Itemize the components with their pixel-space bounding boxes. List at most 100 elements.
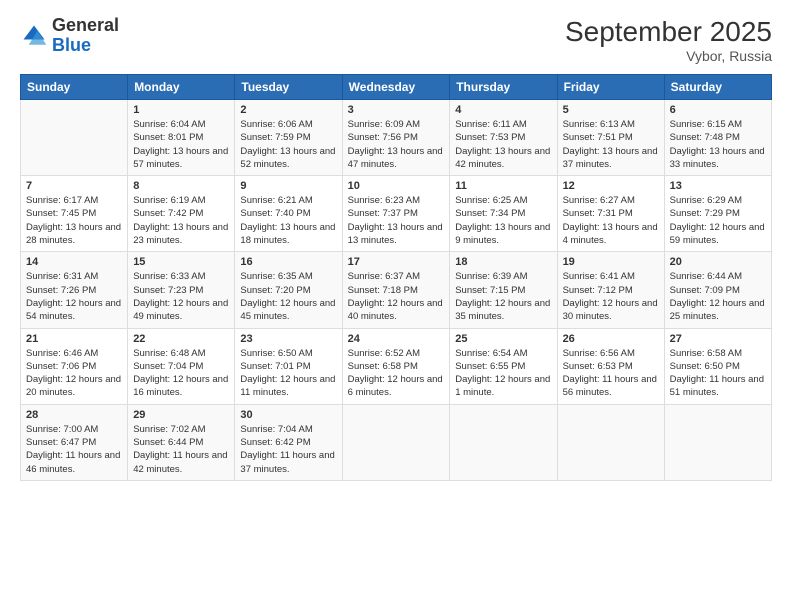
day-info: Sunrise: 6:31 AM Sunset: 7:26 PM Dayligh… — [26, 270, 122, 323]
day-info: Sunrise: 6:23 AM Sunset: 7:37 PM Dayligh… — [348, 194, 445, 247]
page: General Blue September 2025 Vybor, Russi… — [0, 0, 792, 612]
day-info: Sunrise: 6:58 AM Sunset: 6:50 PM Dayligh… — [670, 347, 766, 400]
day-number: 4 — [455, 104, 551, 116]
day-header-monday: Monday — [128, 75, 235, 100]
day-info: Sunrise: 6:44 AM Sunset: 7:09 PM Dayligh… — [670, 270, 766, 323]
day-cell: 4 Sunrise: 6:11 AM Sunset: 7:53 PM Daylig… — [450, 100, 557, 176]
day-number: 18 — [455, 256, 551, 268]
day-number: 5 — [563, 104, 659, 116]
day-number: 17 — [348, 256, 445, 268]
day-number: 29 — [133, 409, 229, 421]
day-cell: 8Sunrise: 6:19 AM Sunset: 7:42 PM Daylig… — [128, 176, 235, 252]
day-cell: 21Sunrise: 6:46 AM Sunset: 7:06 PM Dayli… — [21, 328, 128, 404]
day-number: 28 — [26, 409, 122, 421]
day-info: Sunrise: 6:17 AM Sunset: 7:45 PM Dayligh… — [26, 194, 122, 247]
day-info: Sunrise: 6:54 AM Sunset: 6:55 PM Dayligh… — [455, 347, 551, 400]
day-info: Sunrise: 6:33 AM Sunset: 7:23 PM Dayligh… — [133, 270, 229, 323]
day-number: 25 — [455, 333, 551, 345]
logo: General Blue — [20, 16, 119, 56]
logo-blue: Blue — [52, 35, 91, 55]
day-info: Sunrise: 6:21 AM Sunset: 7:40 PM Dayligh… — [240, 194, 336, 247]
day-number: 22 — [133, 333, 229, 345]
day-info: Sunrise: 6:35 AM Sunset: 7:20 PM Dayligh… — [240, 270, 336, 323]
week-row-0: 1Sunrise: 6:04 AM Sunset: 8:01 PM Daylig… — [21, 100, 772, 176]
day-info: Sunrise: 6:52 AM Sunset: 6:58 PM Dayligh… — [348, 347, 445, 400]
day-header-sunday: Sunday — [21, 75, 128, 100]
week-row-3: 21Sunrise: 6:46 AM Sunset: 7:06 PM Dayli… — [21, 328, 772, 404]
day-cell: 11 Sunrise: 6:25 AM Sunset: 7:34 PM Dayli… — [450, 176, 557, 252]
day-cell: 23Sunrise: 6:50 AM Sunset: 7:01 PM Dayli… — [235, 328, 342, 404]
day-number: 1 — [133, 104, 229, 116]
day-cell: 27 Sunrise: 6:58 AM Sunset: 6:50 PM Dayli… — [664, 328, 771, 404]
day-number: 26 — [563, 333, 659, 345]
day-number: 6 — [670, 104, 766, 116]
day-cell: 12 Sunrise: 6:27 AM Sunset: 7:31 PM Dayli… — [557, 176, 664, 252]
day-number: 12 — [563, 180, 659, 192]
day-cell: 24Sunrise: 6:52 AM Sunset: 6:58 PM Dayli… — [342, 328, 450, 404]
day-info: Sunrise: 6:06 AM Sunset: 7:59 PM Dayligh… — [240, 118, 336, 171]
day-info: Sunrise: 6:41 AM Sunset: 7:12 PM Dayligh… — [563, 270, 659, 323]
location: Vybor, Russia — [565, 48, 772, 64]
day-number: 21 — [26, 333, 122, 345]
day-info: Sunrise: 6:27 AM Sunset: 7:31 PM Dayligh… — [563, 194, 659, 247]
day-number: 27 — [670, 333, 766, 345]
day-cell: 2Sunrise: 6:06 AM Sunset: 7:59 PM Daylig… — [235, 100, 342, 176]
calendar-header-row: SundayMondayTuesdayWednesdayThursdayFrid… — [21, 75, 772, 100]
day-info: Sunrise: 6:13 AM Sunset: 7:51 PM Dayligh… — [563, 118, 659, 171]
day-cell: 18Sunrise: 6:39 AM Sunset: 7:15 PM Dayli… — [450, 252, 557, 328]
title-block: September 2025 Vybor, Russia — [565, 16, 772, 64]
logo-text: General Blue — [52, 16, 119, 56]
day-header-thursday: Thursday — [450, 75, 557, 100]
day-cell: 19 Sunrise: 6:41 AM Sunset: 7:12 PM Dayli… — [557, 252, 664, 328]
day-number: 9 — [240, 180, 336, 192]
day-info: Sunrise: 6:19 AM Sunset: 7:42 PM Dayligh… — [133, 194, 229, 247]
day-number: 3 — [348, 104, 445, 116]
day-info: Sunrise: 6:50 AM Sunset: 7:01 PM Dayligh… — [240, 347, 336, 400]
day-info: Sunrise: 6:11 AM Sunset: 7:53 PM Dayligh… — [455, 118, 551, 171]
day-number: 30 — [240, 409, 336, 421]
day-cell: 6Sunrise: 6:15 AM Sunset: 7:48 PM Daylig… — [664, 100, 771, 176]
day-cell — [557, 404, 664, 480]
day-info: Sunrise: 7:02 AM Sunset: 6:44 PM Dayligh… — [133, 423, 229, 476]
week-row-1: 7Sunrise: 6:17 AM Sunset: 7:45 PM Daylig… — [21, 176, 772, 252]
day-cell — [342, 404, 450, 480]
day-cell: 30Sunrise: 7:04 AM Sunset: 6:42 PM Dayli… — [235, 404, 342, 480]
header: General Blue September 2025 Vybor, Russi… — [20, 16, 772, 64]
week-row-4: 28 Sunrise: 7:00 AM Sunset: 6:47 PM Dayli… — [21, 404, 772, 480]
day-info: Sunrise: 6:09 AM Sunset: 7:56 PM Dayligh… — [348, 118, 445, 171]
day-cell: 29 Sunrise: 7:02 AM Sunset: 6:44 PM Dayli… — [128, 404, 235, 480]
day-cell: 15 Sunrise: 6:33 AM Sunset: 7:23 PM Dayli… — [128, 252, 235, 328]
day-cell: 20Sunrise: 6:44 AM Sunset: 7:09 PM Dayli… — [664, 252, 771, 328]
day-info: Sunrise: 6:29 AM Sunset: 7:29 PM Dayligh… — [670, 194, 766, 247]
day-cell — [450, 404, 557, 480]
day-cell: 5 Sunrise: 6:13 AM Sunset: 7:51 PM Daylig… — [557, 100, 664, 176]
day-number: 10 — [348, 180, 445, 192]
day-cell: 3 Sunrise: 6:09 AM Sunset: 7:56 PM Daylig… — [342, 100, 450, 176]
day-number: 15 — [133, 256, 229, 268]
day-header-saturday: Saturday — [664, 75, 771, 100]
day-cell: 22Sunrise: 6:48 AM Sunset: 7:04 PM Dayli… — [128, 328, 235, 404]
day-cell — [664, 404, 771, 480]
day-number: 14 — [26, 256, 122, 268]
logo-icon — [20, 22, 48, 50]
logo-general: General — [52, 15, 119, 35]
day-cell: 13 Sunrise: 6:29 AM Sunset: 7:29 PM Dayli… — [664, 176, 771, 252]
day-cell: 16 Sunrise: 6:35 AM Sunset: 7:20 PM Dayli… — [235, 252, 342, 328]
day-cell: 17Sunrise: 6:37 AM Sunset: 7:18 PM Dayli… — [342, 252, 450, 328]
day-info: Sunrise: 6:25 AM Sunset: 7:34 PM Dayligh… — [455, 194, 551, 247]
day-cell: 1Sunrise: 6:04 AM Sunset: 8:01 PM Daylig… — [128, 100, 235, 176]
day-number: 13 — [670, 180, 766, 192]
day-cell: 7Sunrise: 6:17 AM Sunset: 7:45 PM Daylig… — [21, 176, 128, 252]
day-cell: 10 Sunrise: 6:23 AM Sunset: 7:37 PM Dayli… — [342, 176, 450, 252]
day-number: 16 — [240, 256, 336, 268]
day-info: Sunrise: 7:00 AM Sunset: 6:47 PM Dayligh… — [26, 423, 122, 476]
day-cell — [21, 100, 128, 176]
day-number: 19 — [563, 256, 659, 268]
day-info: Sunrise: 6:56 AM Sunset: 6:53 PM Dayligh… — [563, 347, 659, 400]
day-cell: 25 Sunrise: 6:54 AM Sunset: 6:55 PM Dayli… — [450, 328, 557, 404]
day-cell: 14 Sunrise: 6:31 AM Sunset: 7:26 PM Dayli… — [21, 252, 128, 328]
day-number: 11 — [455, 180, 551, 192]
day-cell: 28 Sunrise: 7:00 AM Sunset: 6:47 PM Dayli… — [21, 404, 128, 480]
week-row-2: 14 Sunrise: 6:31 AM Sunset: 7:26 PM Dayli… — [21, 252, 772, 328]
day-cell: 9 Sunrise: 6:21 AM Sunset: 7:40 PM Daylig… — [235, 176, 342, 252]
